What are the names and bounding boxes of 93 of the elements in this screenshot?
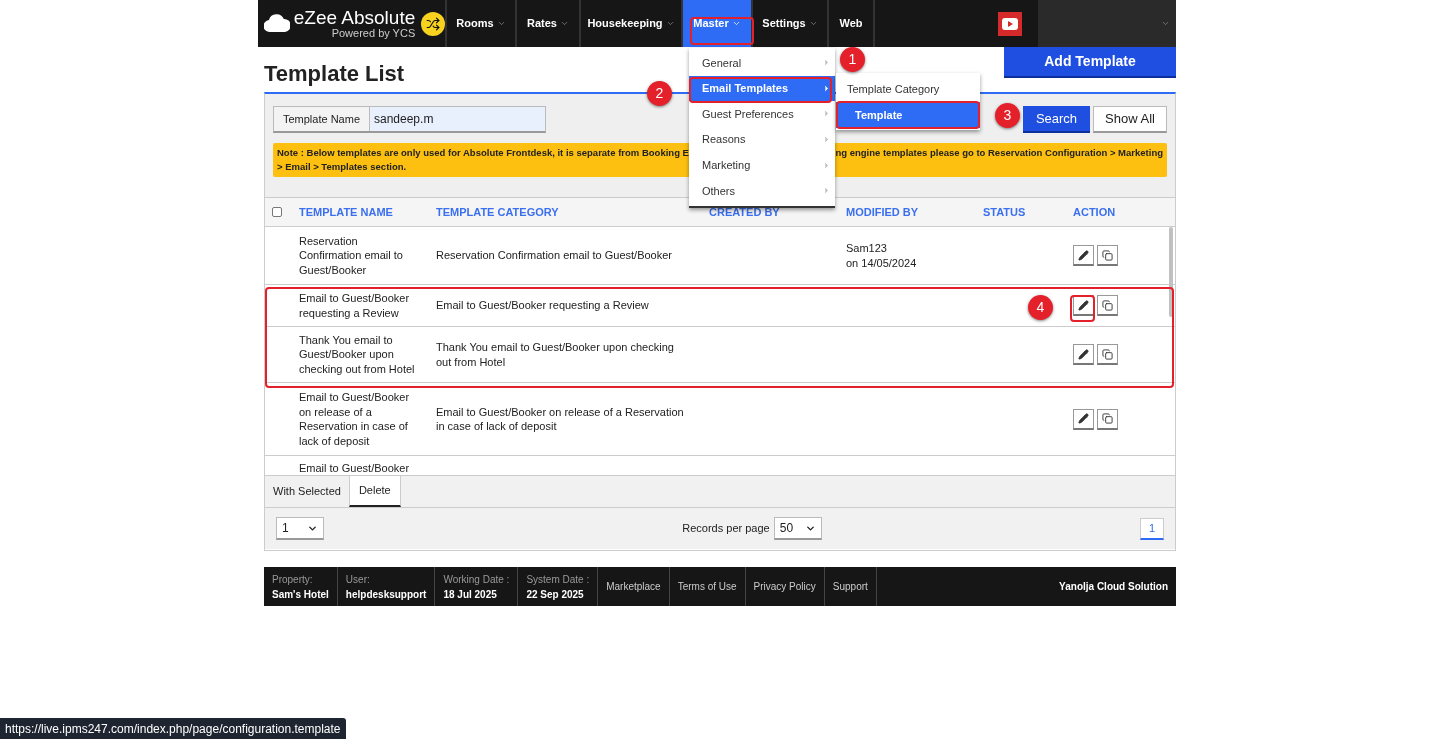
submenu-item[interactable]: Template: [836, 102, 980, 128]
pencil-icon: [1078, 249, 1089, 261]
shuffle-icon[interactable]: [421, 11, 445, 36]
menu-item[interactable]: Guest Preferences: [689, 101, 835, 127]
cloud-logo-icon: [264, 13, 290, 34]
bulk-action-label: With Selected: [272, 484, 342, 500]
logo-title: eZee Absolute: [293, 8, 416, 27]
menu-item[interactable]: Reasons: [689, 126, 835, 153]
column-header[interactable]: TEMPLATE CATEGORY: [436, 203, 709, 221]
template-category-cell-text: Reservation Confirmation email to Guest/Booker: [436, 248, 673, 263]
footer-value: 22 Sep 2025: [526, 587, 585, 602]
submenu-arrow-icon: [822, 186, 831, 196]
template-name-field[interactable]: Template Name sandeep.m: [273, 106, 546, 133]
records-label: Records per page: [682, 521, 770, 537]
copy-icon: [1102, 299, 1113, 311]
menu-item[interactable]: Marketing: [689, 152, 835, 178]
page-select[interactable]: 1: [276, 517, 324, 540]
highlight-frame: [690, 17, 754, 45]
template-name-cell-text: Email to Guest/Booker: [299, 461, 411, 475]
copy-button[interactable]: [1097, 245, 1118, 266]
caret-icon: [665, 19, 675, 28]
copy-button[interactable]: [1097, 295, 1118, 316]
footer-label: User:: [345, 572, 371, 587]
footer-value: 18 Jul 2025: [443, 587, 498, 602]
page-number[interactable]: 1: [1140, 517, 1164, 540]
nav-menu-item[interactable]: Master: [683, 0, 753, 47]
column-header[interactable]: MODIFIED BY: [846, 203, 983, 221]
footer-value: Sam's Hotel: [272, 587, 329, 602]
template-category-cell-text: Email to Guest/Booker requesting a Review: [436, 298, 650, 313]
edit-button[interactable]: [1073, 408, 1094, 430]
status-url: https://live.ipms247.com/index.php/page/configuration.template: [0, 718, 346, 739]
submenu-arrow-icon: [822, 83, 831, 93]
menu-item[interactable]: Others: [689, 177, 835, 204]
footer-label: System Date :: [526, 572, 590, 587]
footer-link[interactable]: Marketplace: [598, 567, 670, 606]
column-header[interactable]: TEMPLATE NAME: [299, 203, 436, 221]
step-marker: 1: [840, 47, 865, 72]
submenu-arrow-icon: [822, 58, 831, 68]
pencil-icon: [1078, 413, 1089, 424]
copy-icon: [1102, 413, 1113, 424]
template-name-cell-text: Email to Guest/Booker requesting a Review: [299, 291, 411, 320]
submenu-item[interactable]: Template Category: [836, 76, 980, 102]
note-text: > Email > Templates section.: [277, 160, 407, 174]
edit-button[interactable]: [1073, 245, 1094, 266]
caret-icon: [808, 19, 818, 28]
pencil-icon: [1078, 299, 1089, 311]
template-name-cell-text: Email to Guest/Booker on release of a Reservation in case of lack of deposit: [299, 390, 411, 448]
delete-tab[interactable]: Delete: [348, 476, 401, 507]
caret-icon: [496, 19, 506, 28]
submenu-arrow-icon: [822, 135, 831, 145]
footer-link[interactable]: Privacy Policy: [745, 567, 825, 606]
scrollbar-thumb[interactable]: [1169, 227, 1173, 317]
column-header[interactable]: ACTION: [1073, 203, 1153, 221]
caret-icon: [1161, 19, 1170, 28]
logo-subtitle: Powered by YCS: [331, 28, 416, 39]
footer-label: Property:: [272, 572, 314, 587]
edit-button[interactable]: [1073, 344, 1094, 365]
add-template-button[interactable]: Add Template: [1004, 47, 1176, 78]
records-per-page-select[interactable]: 50: [773, 517, 822, 540]
footer-link[interactable]: Terms of Use: [669, 567, 746, 606]
submenu-arrow-icon: [822, 160, 831, 170]
caret-icon: [731, 19, 741, 28]
step-marker: 2: [647, 81, 672, 106]
note-text: ng engine templates please go to Reservation Configuration > Marketing: [835, 146, 1163, 160]
caret-icon: [560, 19, 569, 28]
select-all-checkbox[interactable]: [272, 207, 282, 217]
submenu-arrow-icon: [822, 109, 831, 119]
modified-by-cell-text: Sam123: [846, 241, 888, 256]
template-category-cell-text: Thank You email to Guest/Booker upon checking out from Hotel: [436, 340, 675, 369]
footer-link[interactable]: Support: [824, 567, 877, 606]
show-all-button[interactable]: Show All: [1093, 106, 1167, 133]
template-name-cell-text: Thank You email to Guest/Booker upon checking out from Hotel: [299, 332, 416, 377]
menu-item[interactable]: Email Templates: [689, 75, 835, 102]
footer-value: helpdesksupport: [345, 587, 427, 602]
modified-date-cell-text: on 14/05/2024: [846, 255, 918, 270]
app-logo[interactable]: eZee Absolute Powered by YCS: [258, 0, 447, 47]
template-name-cell-text: Reservation Confirmation email to Guest/Booker: [299, 233, 404, 278]
copy-icon: [1102, 348, 1113, 360]
note-text: Note : Below templates are only used for Absolute Frontdesk, it is separate from Booking E: [277, 146, 689, 160]
column-header[interactable]: CREATED BY: [709, 203, 846, 221]
copy-button[interactable]: [1097, 408, 1118, 430]
copy-button[interactable]: [1097, 344, 1118, 365]
menu-item[interactable]: General: [689, 50, 835, 76]
search-button[interactable]: Search: [1023, 106, 1090, 133]
page-title: Template List: [264, 60, 405, 88]
footer-label: Working Date :: [443, 572, 510, 587]
pencil-icon: [1078, 348, 1089, 360]
footer-brand: Yanolja Cloud Solution: [1059, 580, 1169, 594]
video-play-icon[interactable]: [998, 11, 1022, 36]
template-category-cell-text: Email to Guest/Booker on release of a Reservation in case of lack of deposit: [436, 404, 685, 434]
column-header[interactable]: STATUS: [983, 203, 1073, 221]
field-label: Template Name: [274, 107, 370, 131]
copy-icon: [1102, 249, 1113, 261]
